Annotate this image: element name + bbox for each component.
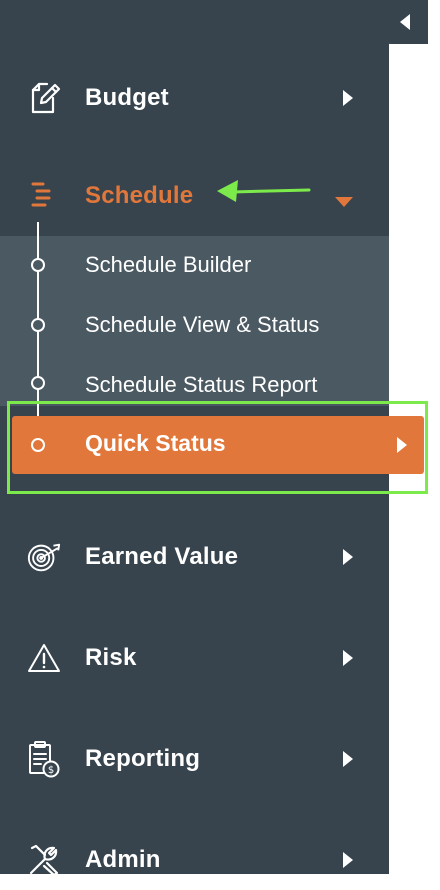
sidebar-item-label: Risk [85, 644, 137, 671]
report-clipboard-icon: $ [26, 741, 62, 778]
chevron-down-icon [335, 197, 353, 207]
target-icon [26, 539, 62, 575]
submenu-bullet [31, 376, 45, 390]
schedule-list-icon [26, 178, 62, 214]
submenu-item-label: Schedule View & Status [85, 312, 320, 337]
chevron-right-icon [343, 90, 353, 106]
chevron-right-icon [343, 549, 353, 565]
chevron-right-icon [343, 852, 353, 868]
sidebar-item-label: Admin [85, 846, 161, 873]
collapse-sidebar-button[interactable] [386, 0, 428, 44]
submenu-item-label: Schedule Status Report [85, 372, 318, 397]
chevron-right-icon [343, 751, 353, 767]
sidebar-item-label: Reporting [85, 745, 201, 772]
chevron-right-icon [397, 437, 407, 453]
warning-triangle-icon [26, 640, 62, 676]
submenu-bullet [31, 318, 45, 332]
sidebar-item-label: Earned Value [85, 543, 239, 570]
annotation-arrow-icon [217, 180, 311, 202]
sidebar-item-earned-value[interactable]: Earned Value [0, 527, 389, 587]
submenu-item-quick-status[interactable]: Quick Status [12, 416, 424, 474]
tools-icon [26, 842, 62, 878]
submenu-item-label: Quick Status [85, 430, 226, 456]
sidebar-item-schedule[interactable]: Schedule [0, 166, 389, 226]
submenu-bullet-active [31, 438, 45, 452]
edit-document-icon [26, 80, 62, 116]
submenu-item-label: Schedule Builder [85, 252, 252, 277]
sidebar-item-label: Schedule [85, 182, 194, 209]
sidebar-item-budget[interactable]: Budget [0, 68, 389, 128]
chevron-left-icon [400, 14, 410, 30]
sidebar-item-reporting[interactable]: $ Reporting [0, 729, 389, 789]
submenu-item-schedule-builder[interactable]: Schedule Builder [0, 237, 389, 293]
svg-text:$: $ [48, 765, 54, 776]
sidebar-item-admin[interactable]: Admin [0, 830, 389, 890]
submenu-bullet [31, 258, 45, 272]
submenu-item-schedule-view-status[interactable]: Schedule View & Status [0, 297, 389, 353]
chevron-right-icon [343, 650, 353, 666]
sidebar-item-label: Budget [85, 84, 169, 111]
sidebar-item-risk[interactable]: Risk [0, 628, 389, 688]
submenu-item-schedule-status-report[interactable]: Schedule Status Report [0, 357, 389, 413]
